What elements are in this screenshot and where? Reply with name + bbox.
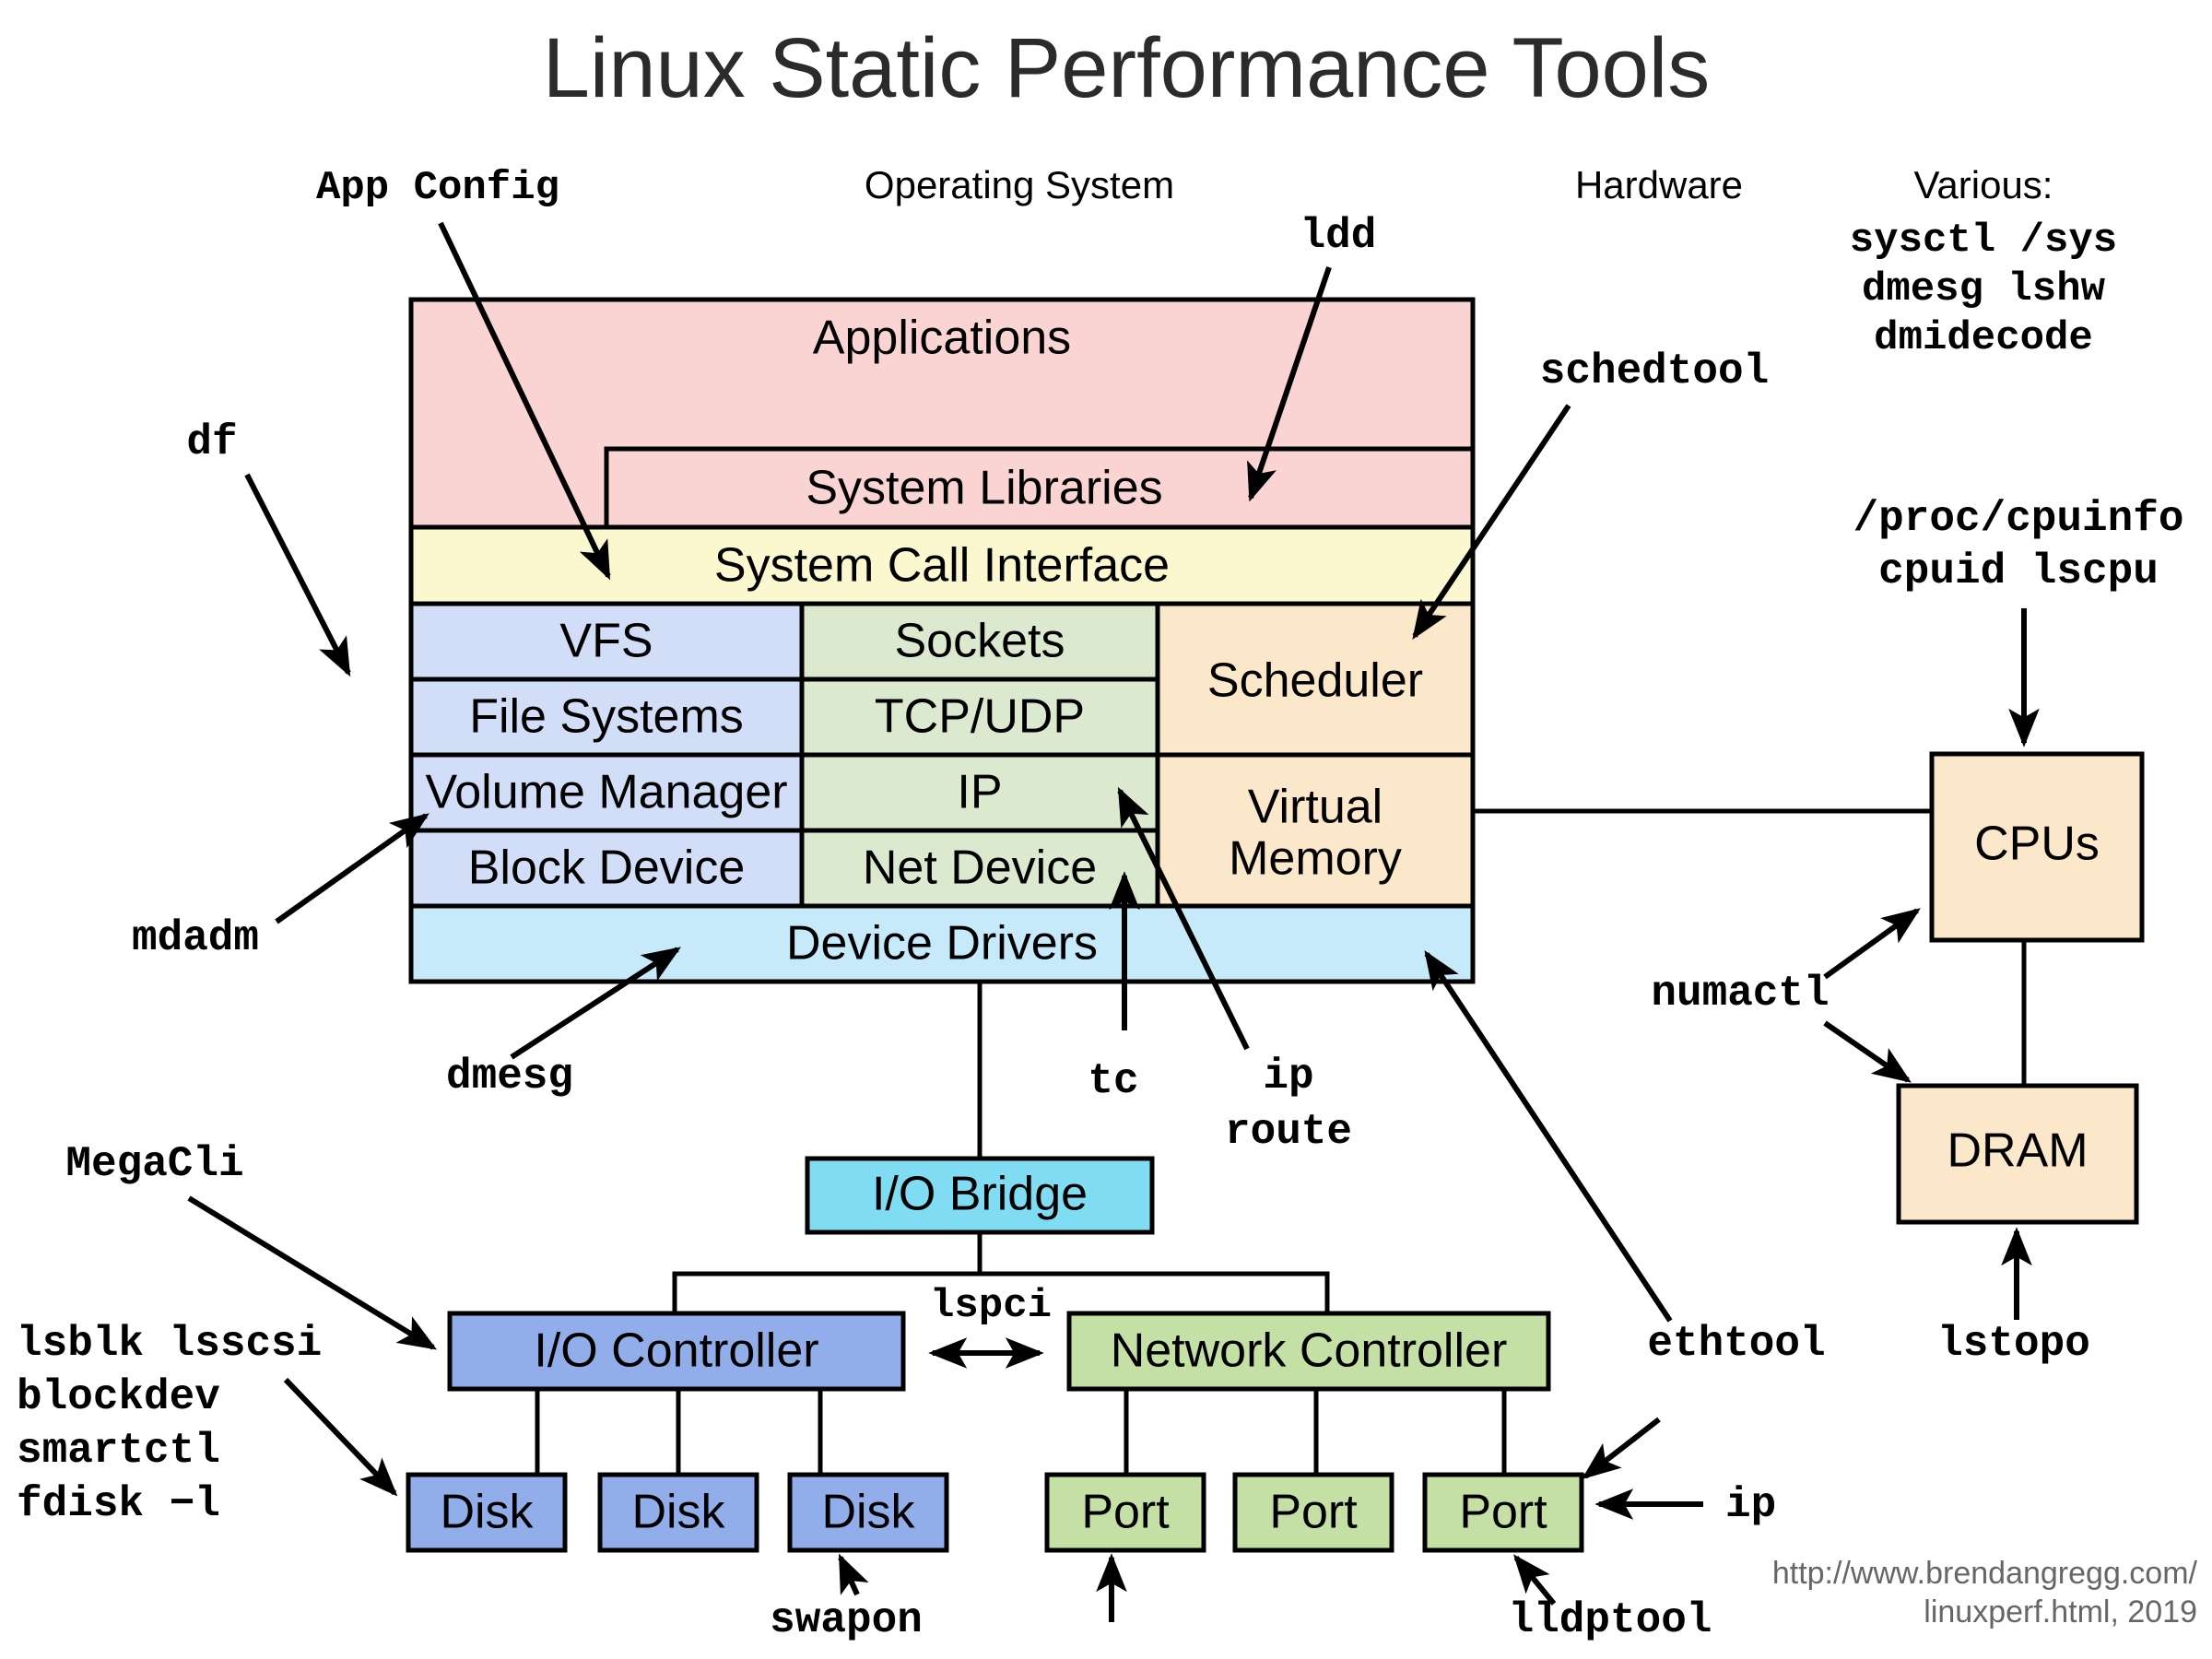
virtual-memory-label-2: Memory <box>1229 832 1402 886</box>
dram-label: DRAM <box>1947 1124 2088 1178</box>
diagram-canvas: Linux Static Performance Tools App Confi… <box>0 0 2212 1659</box>
tool-proc-cpuinfo: /proc/cpuinfo <box>1853 495 2184 543</box>
tool-dmesg: dmesg <box>446 1053 573 1100</box>
header-hardware: Hardware <box>1575 163 1743 206</box>
cpus-label: CPUs <box>1974 818 2100 871</box>
ip-label: IP <box>957 766 1002 819</box>
footer-url-line2: linuxperf.html, 2019 <box>1924 1594 2197 1630</box>
numactl-dram-arrow <box>1823 1020 1912 1083</box>
tool-swapon: swapon <box>770 1596 923 1644</box>
numactl-cpus-arrow <box>1823 908 1921 980</box>
ethtool-port-arrow <box>1582 1417 1661 1479</box>
net-device-label: Net Device <box>863 841 1097 895</box>
tool-dmesg-lshw: dmesg lshw <box>1862 266 2106 312</box>
block-device-label: Block Device <box>468 841 746 895</box>
device-drivers-label: Device Drivers <box>786 917 1098 971</box>
header-operating-system: Operating System <box>865 163 1174 206</box>
tool-mdadm: mdadm <box>132 914 259 962</box>
tool-cpuid-lscpu: cpuid lscpu <box>1878 547 2159 595</box>
header-various: Various: <box>1914 163 2053 206</box>
port-label-1: Port <box>1081 1486 1170 1539</box>
disk-label-2: Disk <box>631 1486 725 1539</box>
file-systems-label: File Systems <box>469 690 744 744</box>
tool-blockdev: blockdev <box>17 1373 220 1421</box>
applications-label: Applications <box>813 312 1071 365</box>
scheduler-label: Scheduler <box>1207 654 1423 708</box>
tool-dmidecode: dmidecode <box>1874 315 2093 361</box>
tool-tc: tc <box>1088 1057 1138 1105</box>
virtual-memory-label-1: Virtual <box>1248 781 1382 834</box>
mdadm-arrow <box>275 813 429 924</box>
disk-label-1: Disk <box>440 1486 534 1539</box>
tcp-udp-label: TCP/UDP <box>875 690 1085 744</box>
io-controller-label: I/O Controller <box>534 1324 818 1378</box>
vfs-label: VFS <box>559 615 653 668</box>
tool-lsblk-lsscsi: lsblk lsscsi <box>17 1320 322 1368</box>
port-label-3: Port <box>1459 1486 1547 1539</box>
footer-url-line1: http://www.brendangregg.com/ <box>1772 1556 2198 1591</box>
tool-sysctl-sys: sysctl /sys <box>1850 218 2117 264</box>
tool-ip-route-line1: ip <box>1263 1053 1313 1100</box>
tool-ip-route-line2: route <box>1225 1108 1352 1156</box>
ethtool-arrow <box>1424 949 1673 1323</box>
diagram-svg: Linux Static Performance Tools App Confi… <box>17 21 2198 1644</box>
system-call-interface-label: System Call Interface <box>714 539 1170 593</box>
volume-manager-label: Volume Manager <box>425 766 787 819</box>
tool-df: df <box>186 418 237 466</box>
sockets-label: Sockets <box>895 615 1065 668</box>
tool-ethtool: ethtool <box>1647 1320 1825 1368</box>
block-tools-arrow <box>283 1377 398 1497</box>
tool-lstopo: lstopo <box>1937 1320 2090 1368</box>
tool-numactl: numactl <box>1651 970 1829 1018</box>
tool-megacli: MegaCli <box>65 1140 243 1188</box>
disk-label-3: Disk <box>821 1486 915 1539</box>
tool-ldd: ldd <box>1300 212 1377 260</box>
tool-smartctl: smartctl <box>17 1427 220 1475</box>
tool-lldptool: lldptool <box>1509 1596 1712 1644</box>
swapon-arrow <box>838 1553 869 1596</box>
tool-schedtool: schedtool <box>1540 347 1769 395</box>
network-controller-label: Network Controller <box>1111 1324 1508 1378</box>
port-label-2: Port <box>1269 1486 1358 1539</box>
df-arrow <box>244 473 351 677</box>
tool-lspci: lspci <box>930 1283 1052 1329</box>
header-app-config: App Config <box>316 165 559 211</box>
page-title: Linux Static Performance Tools <box>543 21 1710 115</box>
tool-ip: ip <box>1725 1481 1776 1529</box>
io-bridge-label: I/O Bridge <box>872 1168 1088 1221</box>
tool-fdisk: fdisk −l <box>17 1480 220 1528</box>
system-libraries-label: System Libraries <box>806 462 1162 515</box>
